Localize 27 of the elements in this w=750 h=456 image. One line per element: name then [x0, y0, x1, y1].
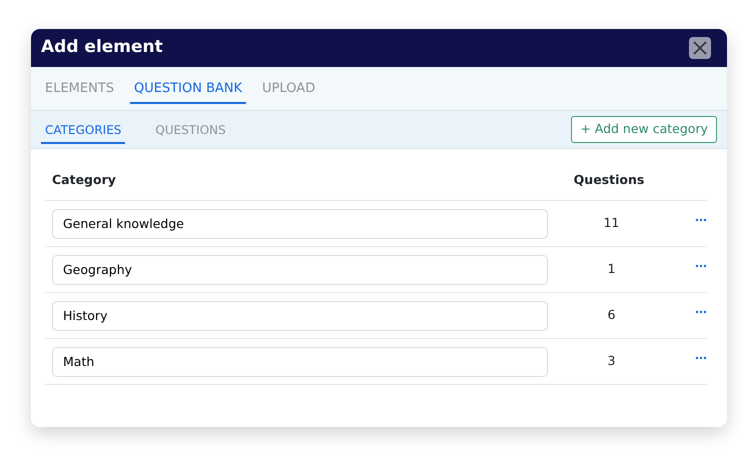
subtab[interactable]: QUESTIONS: [151, 115, 230, 144]
dialog-title: Add element: [41, 36, 163, 60]
tab[interactable]: QUESTION BANK: [130, 73, 246, 104]
more-button[interactable]: [695, 218, 707, 222]
more-icon: [695, 218, 707, 222]
column-header: Questions: [572, 171, 646, 189]
more-icon: [695, 356, 707, 360]
more-button[interactable]: [695, 356, 707, 360]
more-button[interactable]: [695, 310, 707, 314]
more-icon: [695, 264, 707, 268]
more-icon: [695, 310, 707, 314]
add-category-button[interactable]: + Add new category: [571, 116, 717, 143]
close-button[interactable]: [689, 37, 711, 59]
category-field[interactable]: General knowledge: [52, 208, 548, 238]
category-field[interactable]: Math: [52, 346, 548, 376]
question-count: 6: [607, 306, 616, 322]
column-header: Category: [51, 171, 117, 189]
category-field[interactable]: Geography: [52, 254, 548, 284]
category-field[interactable]: History: [52, 300, 548, 330]
question-count: 3: [607, 352, 616, 368]
subtab[interactable]: CATEGORIES: [41, 115, 126, 144]
more-button[interactable]: [695, 264, 707, 268]
close-icon: [692, 40, 708, 56]
question-count: 11: [603, 214, 620, 230]
tab[interactable]: ELEMENTS: [41, 73, 118, 104]
tab[interactable]: UPLOAD: [258, 73, 320, 104]
question-count: 1: [607, 260, 616, 276]
